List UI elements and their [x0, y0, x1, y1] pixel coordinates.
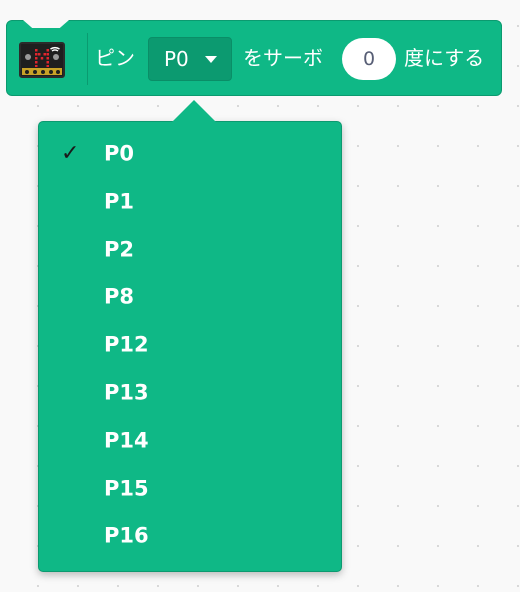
menu-item-label: P13	[104, 380, 149, 405]
angle-input[interactable]: 0	[342, 38, 396, 80]
checkmark-icon: ✓	[61, 141, 80, 166]
menu-item-p15[interactable]: P15	[39, 467, 341, 511]
menu-item-label: P2	[104, 237, 135, 262]
menu-item-label: P8	[104, 284, 135, 309]
microbit-board-icon	[19, 42, 65, 78]
menu-item-p13[interactable]: P13	[39, 371, 341, 415]
menu-item-label: P16	[104, 523, 149, 548]
menu-item-p2[interactable]: P2	[39, 228, 341, 272]
caret-down-icon	[205, 56, 217, 63]
block-icon-divider	[87, 33, 88, 85]
pin-label: ピン	[95, 46, 135, 70]
menu-item-p8[interactable]: P8	[39, 275, 341, 319]
menu-item-p1[interactable]: P1	[39, 180, 341, 224]
servo-angle-block[interactable]: ピン P0 をサーボ 0 度にする	[6, 20, 502, 96]
dropdown-pointer-arrow	[172, 100, 216, 122]
menu-item-label: P14	[104, 428, 149, 453]
servo-label: をサーボ	[243, 46, 323, 70]
menu-item-label: P0	[104, 141, 135, 166]
scripts-workspace[interactable]: ピン P0 をサーボ 0 度にする ✓ P0 P1 P2 P8 P12 P13	[0, 0, 520, 592]
menu-item-label: P12	[104, 332, 149, 357]
block-notch	[23, 20, 69, 28]
pin-dropdown-menu: ✓ P0 P1 P2 P8 P12 P13 P14 P15 P16	[38, 121, 342, 572]
menu-item-p12[interactable]: P12	[39, 323, 341, 367]
menu-item-label: P15	[104, 476, 149, 501]
degree-label: 度にする	[404, 46, 485, 70]
pin-dropdown-field[interactable]: P0	[148, 37, 232, 81]
menu-item-p14[interactable]: P14	[39, 419, 341, 463]
pin-dropdown-value: P0	[164, 47, 189, 71]
menu-item-label: P1	[104, 189, 135, 214]
menu-item-p0[interactable]: ✓ P0	[39, 132, 341, 176]
menu-item-p16[interactable]: P16	[39, 514, 341, 558]
